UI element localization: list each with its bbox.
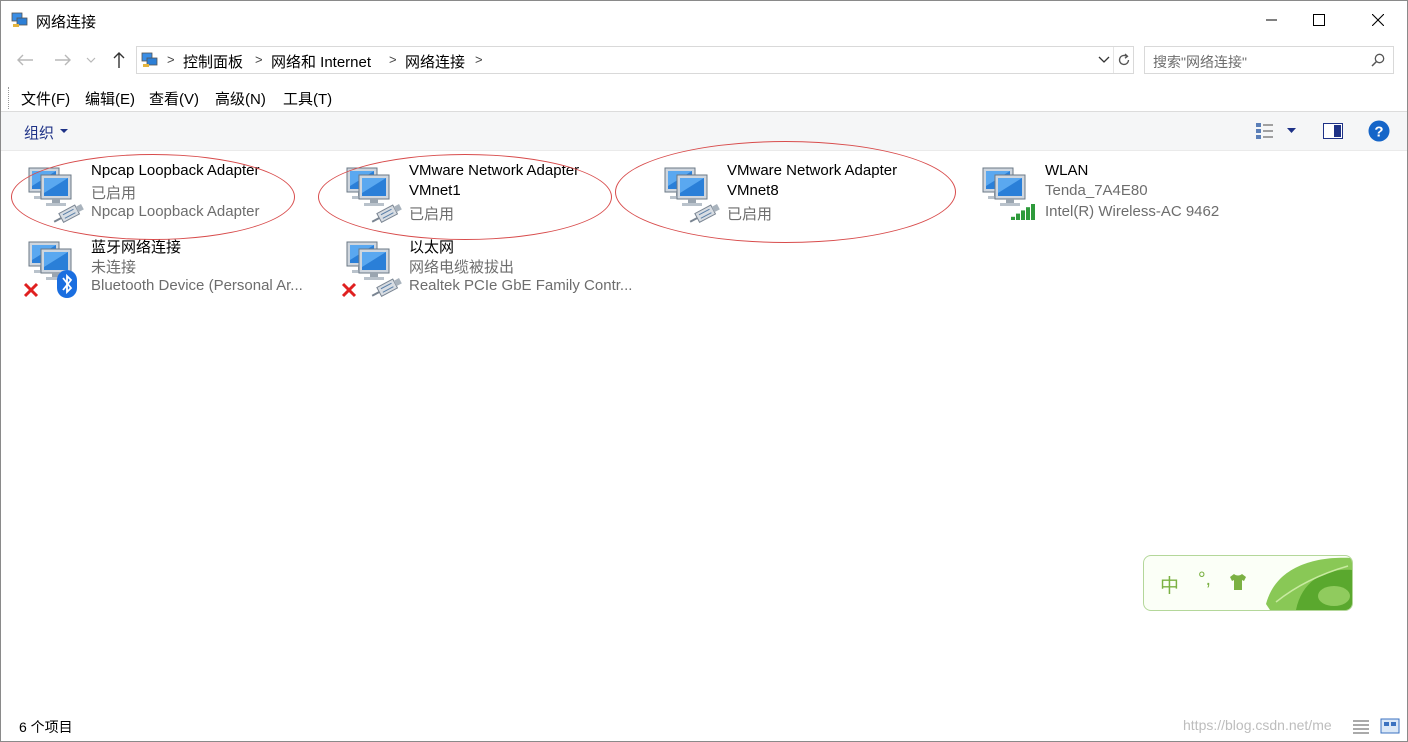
address-dropdown-button[interactable]: [1095, 47, 1113, 73]
large-icons-view-icon: [1380, 718, 1400, 734]
arrow-right-icon: [55, 54, 71, 66]
breadcrumb-network-connections[interactable]: 网络连接: [405, 51, 465, 72]
details-view-icon: [1353, 720, 1369, 734]
svg-text:?: ?: [1374, 124, 1383, 141]
menu-tools[interactable]: 工具(T): [283, 88, 332, 109]
forward-button[interactable]: [51, 47, 75, 73]
breadcrumb-control-panel[interactable]: 控制面板: [183, 51, 243, 72]
chevron-down-icon: [1098, 56, 1110, 63]
menu-grip: [8, 87, 11, 109]
minimize-button[interactable]: [1249, 1, 1295, 39]
organize-button[interactable]: 组织: [24, 122, 54, 143]
arrow-left-icon: [17, 54, 33, 66]
chevron-down-icon[interactable]: [1287, 128, 1296, 134]
minimize-icon: [1266, 19, 1277, 21]
status-item-count: 6 个项目: [19, 719, 73, 735]
connection-device: Bluetooth Device (Personal Ar...: [91, 277, 303, 294]
annotation-ellipse: [615, 141, 956, 243]
arrow-up-icon: [113, 52, 125, 68]
skin-shirt-icon[interactable]: [1228, 573, 1248, 591]
connection-device: Intel(R) Wireless-AC 9462: [1045, 203, 1220, 220]
maximize-button[interactable]: [1296, 1, 1342, 39]
connection-status: Tenda_7A4E80: [1045, 182, 1148, 199]
back-button[interactable]: [13, 47, 37, 73]
search-icon[interactable]: [1371, 53, 1385, 67]
address-bar[interactable]: > 控制面板 > 网络和 Internet > 网络连接 >: [136, 46, 1134, 74]
leaf-decoration-icon: [1266, 557, 1352, 610]
chevron-down-icon: [60, 129, 68, 133]
menu-bar: 文件(F) 编辑(E) 查看(V) 高级(N) 工具(T): [1, 81, 1407, 111]
recent-locations-button[interactable]: [83, 47, 99, 73]
annotation-ellipse: [318, 154, 612, 240]
network-folder-icon: [11, 12, 28, 27]
up-button[interactable]: [107, 47, 131, 73]
close-icon: [1372, 14, 1384, 26]
breadcrumb-separator[interactable]: >: [389, 52, 397, 67]
menu-file[interactable]: 文件(F): [21, 88, 70, 109]
annotation-ellipse: [11, 154, 295, 240]
close-button[interactable]: [1355, 1, 1401, 39]
bluetooth-adapter-icon: [23, 241, 77, 298]
ime-mode-toggle[interactable]: 中: [1160, 571, 1179, 598]
chevron-down-icon: [86, 57, 96, 63]
breadcrumb-separator[interactable]: >: [475, 52, 483, 67]
search-placeholder[interactable]: 搜索"网络连接": [1153, 52, 1247, 72]
connection-name: WLAN: [1045, 162, 1089, 179]
wifi-adapter-icon: [982, 167, 1035, 220]
menu-view[interactable]: 查看(V): [149, 88, 199, 109]
connection-status: 网络电缆被拔出: [409, 259, 515, 276]
help-icon[interactable]: ?: [1368, 120, 1390, 142]
breadcrumb-separator[interactable]: >: [255, 52, 263, 67]
window-title: 网络连接: [36, 14, 97, 31]
connection-device: Realtek PCIe GbE Family Contr...: [409, 277, 633, 294]
command-bar: 组织 ?: [1, 111, 1407, 151]
connection-item[interactable]: 以太网 网络电缆被拔出 Realtek PCIe GbE Family Contr.…: [319, 236, 633, 306]
search-box[interactable]: 搜索"网络连接": [1144, 46, 1394, 74]
menu-advanced[interactable]: 高级(N): [215, 88, 266, 109]
change-view-icon[interactable]: [1255, 122, 1275, 140]
refresh-icon: [1118, 53, 1130, 66]
maximize-icon: [1313, 14, 1325, 26]
connection-status: 未连接: [91, 259, 137, 276]
view-toggle-icons[interactable]: [1351, 717, 1403, 735]
breadcrumb-network-internet[interactable]: 网络和 Internet: [271, 51, 371, 72]
ethernet-adapter-icon: [341, 241, 402, 298]
title-bar[interactable]: 网络连接: [1, 1, 1407, 39]
watermark-text: https://blog.csdn.net/me: [1183, 717, 1332, 733]
ime-toolbar[interactable]: 中 °,: [1143, 555, 1353, 611]
refresh-button[interactable]: [1113, 47, 1134, 73]
connection-item[interactable]: WLAN Tenda_7A4E80 Intel(R) Wireless-AC 946…: [955, 162, 1265, 232]
connection-item[interactable]: 蓝牙网络连接 未连接 Bluetooth Device (Personal Ar..…: [1, 236, 311, 306]
menu-edit[interactable]: 编辑(E): [85, 88, 135, 109]
preview-pane-icon[interactable]: [1323, 123, 1343, 139]
network-folder-icon: [141, 52, 158, 67]
ime-punct-toggle[interactable]: °,: [1198, 569, 1211, 591]
explorer-window: 网络连接 > 控制面板 > 网络和 Internet > 网络连接 > 搜索"网…: [0, 0, 1408, 742]
breadcrumb-separator[interactable]: >: [167, 52, 175, 67]
